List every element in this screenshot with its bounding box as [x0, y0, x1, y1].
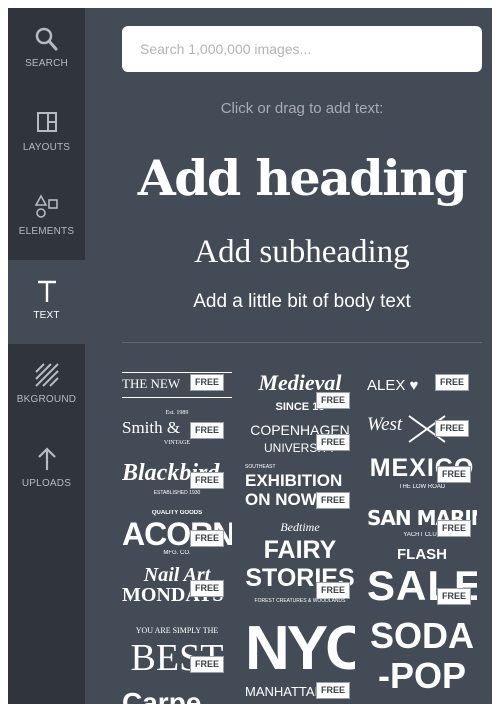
sidebar-item-layouts[interactable]: LAYOUTS — [8, 92, 85, 176]
text-template-smith[interactable]: Est. 1989 Smith & VINTAGE FREE — [122, 410, 232, 450]
sidebar-item-elements[interactable]: ELEMENTS — [8, 176, 85, 260]
text-template-best[interactable]: YOU ARE SIMPLY THE BEST FREE — [122, 626, 232, 688]
free-badge: FREE — [437, 588, 472, 605]
free-badge: FREE — [437, 466, 472, 483]
free-badge: FREE — [190, 530, 225, 547]
free-badge: FREE — [316, 434, 351, 451]
sidebar-item-label: ELEMENTS — [18, 226, 75, 237]
text-icon — [8, 278, 85, 306]
text-template-copenhagen[interactable]: COPENHAGEN UNIVERSITY FREE — [245, 420, 355, 460]
layouts-icon — [8, 110, 85, 138]
sidebar-item-label: UPLOADS — [21, 478, 72, 489]
add-text-hint: Click or drag to add text: — [220, 100, 384, 117]
free-badge: FREE — [190, 422, 225, 439]
text-panel: Click or drag to add text: Add heading A… — [85, 8, 492, 704]
text-template-medieval[interactable]: Medieval SINCE 18 FREE — [245, 370, 355, 420]
text-template-west[interactable]: West FREE — [367, 410, 477, 450]
elements-icon — [8, 194, 85, 222]
sidebar-item-uploads[interactable]: UPLOADS — [8, 428, 85, 512]
free-badge: FREE — [190, 374, 225, 391]
text-editor-panel: SEARCH LAYOUTS ELEMENTS TEXT BKGROUND UP… — [8, 8, 492, 704]
free-badge: FREE — [316, 682, 351, 699]
free-badge: FREE — [316, 582, 351, 599]
text-template-exhibition[interactable]: SOUTHEAST EXHIBITION ON NOW FREE — [245, 464, 355, 516]
divider — [122, 342, 482, 343]
sidebar-item-label: TEXT — [33, 310, 60, 321]
text-template-the-new[interactable]: THE NEW FREE — [122, 370, 232, 404]
text-template-nyc[interactable]: NYC MANHATTAN FREE — [245, 616, 355, 704]
free-badge: FREE — [190, 472, 225, 489]
text-template-blackbird[interactable]: Blackbird ESTABLISHED 1930 FREE — [122, 458, 232, 504]
free-badge: FREE — [437, 520, 472, 537]
text-template-nail-art[interactable]: Nail Art MONDAYS FREE — [122, 564, 232, 612]
sidebar-item-label: LAYOUTS — [22, 142, 71, 153]
free-badge: FREE — [435, 420, 470, 437]
sidebar: SEARCH LAYOUTS ELEMENTS TEXT BKGROUND UP… — [8, 8, 85, 704]
search-icon — [8, 26, 85, 54]
add-subheading-button[interactable]: Add subheading — [122, 232, 482, 272]
background-icon — [8, 362, 85, 390]
search-input[interactable] — [122, 26, 482, 72]
free-badge: FREE — [316, 492, 351, 509]
sidebar-item-background[interactable]: BKGROUND — [8, 344, 85, 428]
text-template-carpe[interactable]: Carpe — [122, 688, 232, 704]
upload-icon — [8, 446, 85, 474]
free-badge: FREE — [316, 392, 351, 409]
sidebar-item-text[interactable]: TEXT — [8, 260, 85, 344]
text-template-soda-pop[interactable]: SODA -POP — [367, 616, 477, 704]
text-template-forest-caption[interactable]: FOREST CREATURES & WOODLANDS — [245, 598, 355, 608]
text-template-san-marino[interactable]: SAN MARINO YACHT CLUB FREE — [367, 504, 477, 550]
text-template-mexico[interactable]: MEXICO THE LOW ROAD FREE — [367, 454, 477, 494]
sidebar-item-label: BKGROUND — [16, 394, 77, 405]
free-badge: FREE — [190, 656, 225, 673]
free-badge: FREE — [435, 374, 470, 391]
sidebar-item-label: SEARCH — [25, 58, 68, 69]
add-heading-button[interactable]: Add heading — [112, 148, 492, 208]
add-body-text-button[interactable]: Add a little bit of body text — [122, 290, 482, 314]
text-template-alex[interactable]: ALEX ♥ FREE — [367, 370, 477, 404]
free-badge: FREE — [190, 580, 225, 597]
text-template-flash-sale[interactable]: FLASH SALE FREE — [367, 546, 477, 614]
text-template-acorn[interactable]: QUALITY GOODS ACORN MFG. CO. FREE — [122, 510, 232, 558]
sidebar-item-search[interactable]: SEARCH — [8, 8, 85, 92]
